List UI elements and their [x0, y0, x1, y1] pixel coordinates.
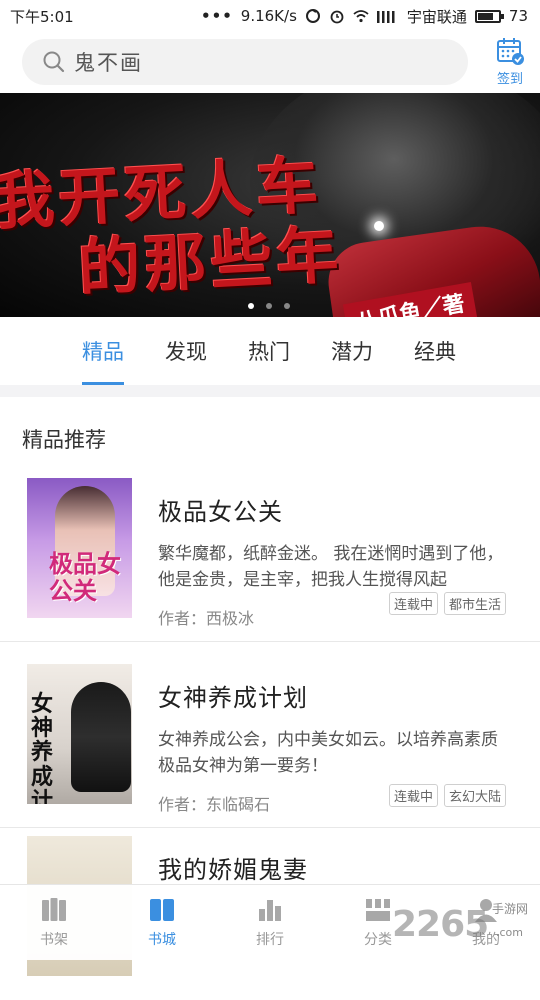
book-item[interactable]: 极品女公关 极品女公关 繁华魔都，纸醉金迷。 我在迷惘时遇到了他，他是金贵，是主…	[0, 470, 540, 642]
section-title: 精品推荐	[22, 428, 106, 452]
banner-dot[interactable]	[266, 303, 272, 309]
nav-bookstore[interactable]: 书城	[108, 885, 216, 960]
promo-banner[interactable]: 我开死人车 的那些年 八爪鱼／著	[0, 93, 540, 317]
profile-icon	[475, 898, 497, 922]
battery-icon	[474, 9, 504, 23]
network-speed: 9.16K/s	[240, 7, 297, 25]
battery-level: 73	[508, 7, 528, 25]
ranking-icon	[259, 899, 281, 921]
book-info: 极品女公关 繁华魔都，纸醉金迷。 我在迷惘时遇到了他，他是金贵，是主宰，把我人生…	[158, 478, 540, 641]
status-time: 下午5:01	[10, 7, 74, 26]
category-tabs: 精品 发现 热门 潜力 经典	[0, 317, 540, 397]
tab-faxian[interactable]: 发现	[165, 317, 207, 385]
nav-label: 分类	[364, 931, 392, 948]
banner-dot[interactable]	[248, 303, 254, 309]
search-placeholder: 鬼不画	[74, 51, 143, 75]
calendar-check-icon	[497, 38, 524, 65]
genre-badge: 都市生活	[443, 592, 506, 615]
tab-jingpin[interactable]: 精品	[82, 317, 124, 385]
book-cover[interactable]: 极品女公关	[27, 478, 132, 618]
book-description: 繁华魔都，纸醉金迷。 我在迷惘时遇到了他，他是金贵，是主宰，把我人生搅得风起	[158, 544, 504, 590]
nav-label: 我的	[472, 931, 500, 948]
nav-label: 书城	[148, 931, 176, 948]
cover-title: 极品女公关	[49, 549, 121, 605]
signin-button[interactable]: 签到	[492, 36, 528, 88]
wifi-icon	[353, 10, 369, 23]
status-bar: 下午5:01 ••• 9.16K/s 宇宙联通 73	[0, 0, 540, 32]
book-item[interactable]: 女神养成计划 女神养成计划 女神养成公会，内中美女如云。以培养高素质极品女神为第…	[0, 642, 540, 828]
nav-label: 排行	[256, 931, 284, 948]
sync-icon	[305, 9, 320, 23]
cover-title: 女神养成计划	[31, 691, 54, 804]
bottom-nav: 书架 书城 排行 分类 我的	[0, 884, 540, 960]
book-title[interactable]: 我的娇媚鬼妻	[158, 850, 540, 885]
banner-light	[374, 221, 384, 231]
status-badge: 连载中	[388, 592, 438, 615]
banner-pagination	[248, 303, 290, 309]
nav-ranking[interactable]: 排行	[216, 885, 324, 960]
book-description: 女神养成公会，内中美女如云。以培养高素质极品女神为第一要务！	[158, 730, 498, 776]
tab-remen[interactable]: 热门	[248, 317, 290, 385]
book-cover[interactable]: 女神养成计划	[27, 664, 132, 804]
banner-dot[interactable]	[284, 303, 290, 309]
banner-title-line2: 的那些年	[76, 218, 345, 305]
notification-dots: •••	[201, 7, 233, 25]
search-icon	[43, 51, 65, 73]
book-tags: 连载中 都市生活	[388, 592, 506, 615]
status-badge: 连载中	[388, 784, 438, 807]
tab-jingdian[interactable]: 经典	[414, 317, 456, 385]
category-icon	[366, 898, 390, 921]
genre-badge: 玄幻大陆	[443, 784, 506, 807]
bookshelf-icon	[42, 897, 66, 921]
alarm-icon	[330, 10, 344, 24]
signin-label: 签到	[496, 72, 523, 87]
signal-icon	[376, 11, 395, 23]
search-header: 鬼不画 签到	[0, 32, 540, 92]
nav-profile[interactable]: 我的	[432, 885, 540, 960]
book-title[interactable]: 女神养成计划	[158, 678, 540, 713]
book-tags: 连载中 玄幻大陆	[388, 784, 506, 807]
nav-bookshelf[interactable]: 书架	[0, 885, 108, 960]
bookstore-icon	[150, 898, 174, 921]
book-title[interactable]: 极品女公关	[158, 492, 540, 527]
nav-category[interactable]: 分类	[324, 885, 432, 960]
cover-figure	[71, 682, 131, 792]
search-input[interactable]: 鬼不画	[22, 39, 468, 85]
status-indicators: ••• 9.16K/s 宇宙联通 73	[201, 6, 528, 27]
carrier-name: 宇宙联通	[406, 7, 467, 26]
nav-label: 书架	[40, 931, 68, 948]
tab-qianli[interactable]: 潜力	[331, 317, 373, 385]
